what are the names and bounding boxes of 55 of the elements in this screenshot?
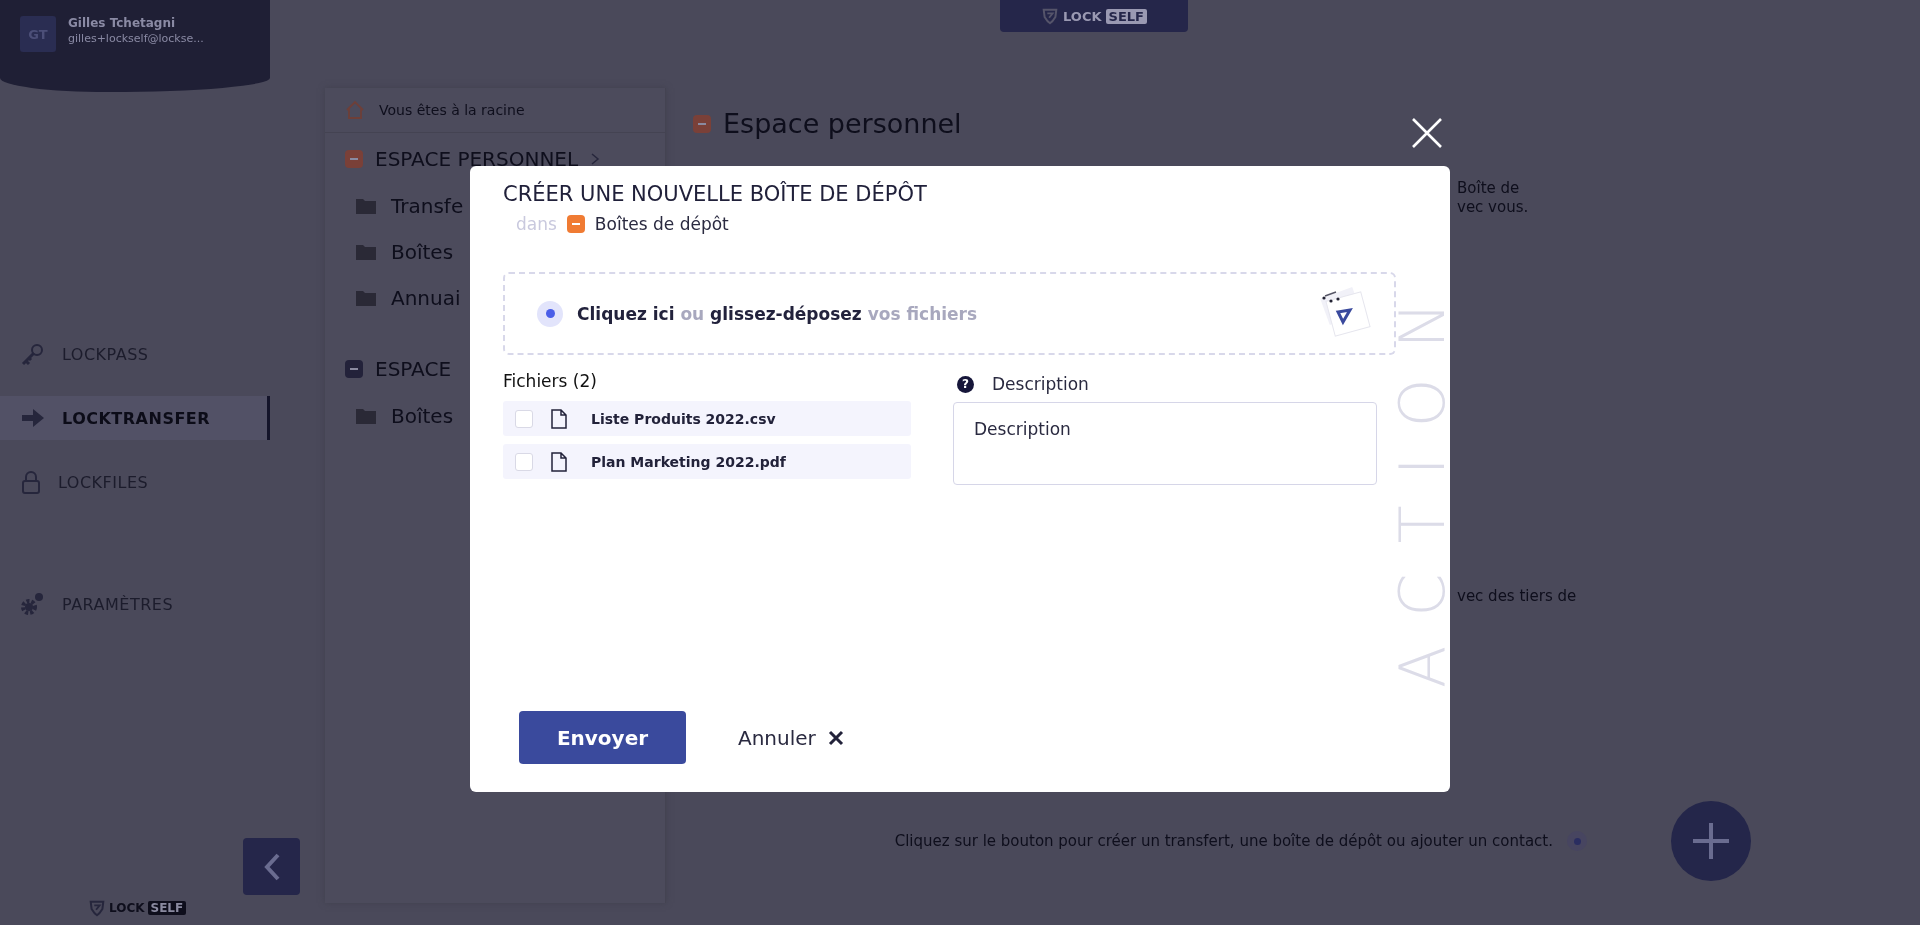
- close-button[interactable]: [1410, 116, 1444, 150]
- logo-word: LOCK: [1063, 8, 1102, 24]
- space-title[interactable]: ESPACE: [375, 357, 452, 381]
- chevron-icon: [590, 152, 601, 166]
- logo-word: LOCK: [109, 901, 145, 915]
- space-icon: [693, 114, 711, 133]
- files-heading: Fichiers (2): [503, 371, 598, 391]
- file-icon: [551, 451, 567, 472]
- description-text: vec vous.: [1457, 198, 1530, 217]
- folder-label[interactable]: Boîtes: [391, 404, 454, 428]
- folder-icon: [355, 243, 377, 261]
- arrow-right-icon: [20, 407, 46, 429]
- file-name: Liste Produits 2022.csv: [591, 410, 776, 427]
- folder-label[interactable]: Boîtes: [391, 240, 454, 264]
- file-dropzone[interactable]: Cliquez ici ou glissez-déposez vos fichiers: [503, 272, 1396, 355]
- user-email: gilles+lockself@lockse...: [68, 32, 204, 45]
- hint-text: Cliquez sur le bouton pour créer un transfert, une boîte de dépôt ou ajouter un contact.: [893, 830, 1553, 852]
- space-icon: [566, 215, 585, 233]
- gears-icon: [20, 591, 46, 617]
- user-name: Gilles Tchetagni: [68, 16, 177, 30]
- help-icon[interactable]: ?: [957, 375, 974, 393]
- folder-label[interactable]: Transfe: [391, 194, 464, 218]
- key-icon: [20, 341, 46, 367]
- file-name: Plan Marketing 2022.pdf: [591, 453, 786, 470]
- lock-icon: [20, 469, 42, 495]
- page-title: Espace personnel: [723, 108, 962, 139]
- description-field[interactable]: Description: [953, 402, 1377, 485]
- description-label: Description: [992, 374, 1089, 394]
- home-icon: [345, 100, 365, 120]
- file-icon: [551, 408, 567, 429]
- file-checkbox[interactable]: [515, 409, 533, 428]
- location-name: Boîtes de dépôt: [594, 214, 729, 234]
- description-text: Boîte de: [1457, 179, 1521, 198]
- dialog-title: CRÉER UNE NOUVELLE BOÎTE DE DÉPÔT: [503, 182, 928, 206]
- cancel-button[interactable]: Annuler: [738, 725, 844, 750]
- radio-dot-icon: [537, 300, 563, 327]
- shield-logo-icon: [1041, 7, 1060, 25]
- pointer-dot-icon: [1567, 831, 1587, 851]
- collapse-button[interactable]: [243, 838, 300, 895]
- folder-icon: [355, 289, 377, 307]
- close-icon: [1410, 116, 1444, 150]
- description-text: vec des tiers de: [1457, 587, 1578, 606]
- close-icon: [827, 729, 844, 746]
- plus-icon: [1691, 821, 1731, 861]
- file-checkbox[interactable]: [515, 452, 533, 471]
- folder-label[interactable]: Annuai: [391, 286, 461, 310]
- shield-logo-icon: [88, 899, 106, 917]
- send-button[interactable]: Envoyer: [519, 711, 686, 764]
- logo-badge: SELF: [1105, 8, 1147, 24]
- breadcrumb: Vous êtes à la racine: [379, 102, 525, 118]
- nav-item[interactable]: LOCKTRANSFER: [0, 396, 270, 440]
- dropzone-text: Cliquez ici ou glissez-déposez vos fichiers: [577, 303, 978, 324]
- logo-badge: SELF: [147, 901, 187, 915]
- folder-icon: [355, 407, 377, 425]
- folder-icon: [355, 197, 377, 215]
